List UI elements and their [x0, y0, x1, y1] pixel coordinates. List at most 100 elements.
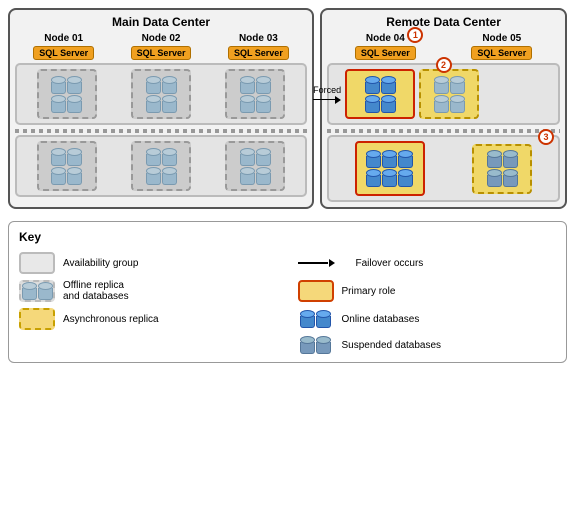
- db-cluster-n5-ag1: [434, 76, 465, 113]
- cyl17: [146, 148, 161, 166]
- cyl18: [162, 148, 177, 166]
- replica-n5-ag1: [419, 69, 479, 119]
- db-cluster-n1-ag1: [51, 76, 82, 113]
- cyl-on3: [365, 95, 380, 113]
- arrow-head: [335, 96, 341, 104]
- cyl14: [67, 148, 82, 166]
- node-05-label: Node 05: [482, 33, 521, 44]
- cyl-on10: [398, 169, 413, 187]
- legend-title: Key: [19, 230, 556, 244]
- replica-n1-ag1: [37, 69, 97, 119]
- db-cluster-n1-ag2: [51, 148, 82, 185]
- legend-online-text: Online databases: [342, 314, 420, 325]
- replica-n2-ag1: [131, 69, 191, 119]
- legend-arrow-shaft: [298, 262, 328, 264]
- main-dc-title: Main Data Center: [15, 15, 307, 29]
- legend-async: Asynchronous replica: [19, 308, 278, 330]
- cyl-sus1: [487, 150, 502, 168]
- cyl20: [162, 167, 177, 185]
- forced-label: Forced: [313, 85, 341, 95]
- db-cluster-n2-ag2: [146, 148, 177, 185]
- cyl-sus3: [487, 169, 502, 187]
- badge-1: 1: [407, 27, 423, 43]
- diagram: Main Data Center Node 01 SQL Server Node…: [8, 8, 567, 209]
- cyl11: [240, 95, 255, 113]
- legend-failover: Failover occurs: [298, 252, 557, 274]
- ag1-remote-content: Forced: [333, 69, 554, 119]
- legend-arrow-icon: [298, 259, 348, 267]
- legend-ag: Availability group: [19, 252, 278, 274]
- node-04-label: Node 04: [366, 33, 405, 44]
- cyl21: [240, 148, 255, 166]
- db-cluster-n4-ag1: [365, 76, 396, 113]
- node-01-header: Node 01 SQL Server: [30, 33, 98, 60]
- separator-remote: [327, 129, 560, 133]
- legend-ag-text: Availability group: [63, 258, 138, 269]
- leg-cyl6: [316, 336, 331, 354]
- legend-async-icon: [19, 308, 55, 330]
- cyl9: [240, 76, 255, 94]
- legend-suspended-icon: [298, 336, 334, 354]
- arrow-shaft: [313, 99, 335, 101]
- legend-online: Online databases: [298, 308, 557, 330]
- legend-offline-icon: [19, 280, 55, 302]
- legend-primary: Primary role: [298, 280, 557, 302]
- cyl12: [256, 95, 271, 113]
- node-03-label: Node 03: [239, 33, 278, 44]
- separator-main: [15, 129, 307, 133]
- cyl-as1: [434, 76, 449, 94]
- cyl15: [51, 167, 66, 185]
- cyl7: [146, 95, 161, 113]
- arrow-indicator: [313, 96, 341, 104]
- node-01-label: Node 01: [44, 33, 83, 44]
- cyl16: [67, 167, 82, 185]
- db-cluster-n2-ag1: [146, 76, 177, 113]
- legend-failover-text: Failover occurs: [356, 258, 424, 269]
- cyl3: [51, 95, 66, 113]
- cyl-on7: [398, 150, 413, 168]
- ag-row-1-replicas: [21, 69, 301, 119]
- cyl6: [162, 76, 177, 94]
- ag-row-1-remote: 2 Forced: [327, 63, 560, 125]
- cyl13: [51, 148, 66, 166]
- replica-n3-ag2: [225, 141, 285, 191]
- node-02-sql: SQL Server: [131, 46, 192, 60]
- remote-data-center: Remote Data Center 1 Node 04 SQL Server …: [320, 8, 567, 209]
- leg-cyl2: [38, 282, 53, 300]
- leg-cyl3: [300, 310, 315, 328]
- badge-2: 2: [436, 57, 452, 73]
- legend-ag-icon: [19, 252, 55, 274]
- cyl5: [146, 76, 161, 94]
- legend: Key Availability group Failover occurs O…: [8, 221, 567, 363]
- legend-arrow-head: [329, 259, 335, 267]
- node-03-sql: SQL Server: [228, 46, 289, 60]
- legend-async-text: Asynchronous replica: [63, 314, 159, 325]
- cyl-as2: [450, 76, 465, 94]
- leg-cyl5: [300, 336, 315, 354]
- legend-suspended-text: Suspended databases: [342, 340, 442, 351]
- ag2-remote-content: [333, 141, 554, 196]
- ag-row-2-remote: 3: [327, 135, 560, 202]
- cyl-on2: [381, 76, 396, 94]
- db-cluster-n5-ag2: [487, 150, 518, 187]
- db-cluster-n4-ag2: [366, 150, 413, 187]
- cyl4: [67, 95, 82, 113]
- node-01-sql: SQL Server: [33, 46, 94, 60]
- legend-offline: Offline replicaand databases: [19, 280, 278, 302]
- forced-arrow-area: Forced: [313, 85, 341, 104]
- cyl-on6: [382, 150, 397, 168]
- replica-n4-ag1: [345, 69, 415, 119]
- cyl22: [256, 148, 271, 166]
- node-05-header: Node 05 SQL Server: [468, 33, 536, 60]
- cyl-on5: [366, 150, 381, 168]
- cyl-on1: [365, 76, 380, 94]
- cyl-sus2: [503, 150, 518, 168]
- replica-n3-ag1: [225, 69, 285, 119]
- node-05-sql: SQL Server: [471, 46, 532, 60]
- db-cluster-n3-ag2: [240, 148, 271, 185]
- replica-n2-ag2: [131, 141, 191, 191]
- cyl1: [51, 76, 66, 94]
- legend-suspended: Suspended databases: [298, 336, 557, 354]
- cyl8: [162, 95, 177, 113]
- cyl-on8: [366, 169, 381, 187]
